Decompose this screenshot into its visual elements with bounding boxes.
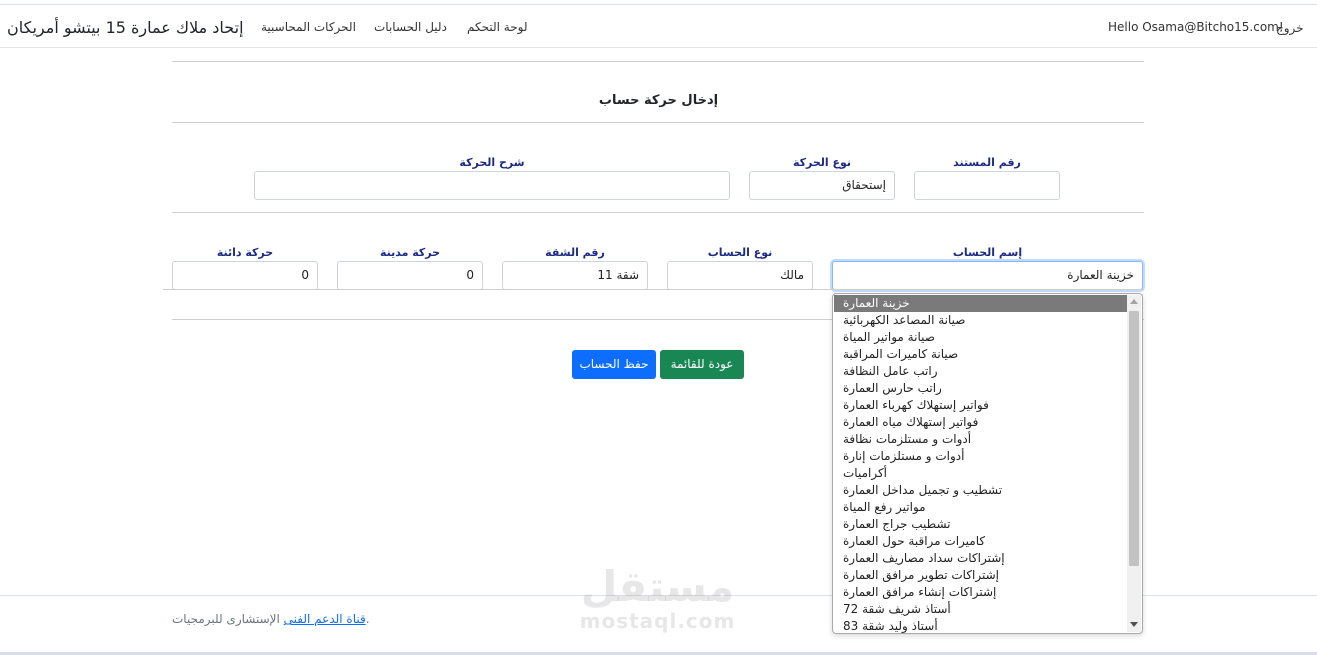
debit-input[interactable]: 0 [337, 261, 483, 290]
dropdown-option[interactable]: أكراميات [834, 465, 1127, 482]
dropdown-options: خزينة العمارة صيانة المصاعد الكهربائية صيا… [834, 295, 1127, 633]
dropdown-option[interactable]: خزينة العمارة [834, 295, 1127, 312]
transaction-type-input[interactable]: إستحقاق [749, 171, 895, 200]
apartment-number-label: رقم الشقة [545, 246, 605, 259]
credit-input[interactable]: 0 [172, 261, 318, 290]
watermark-latin: mostaql.com [579, 609, 736, 633]
credit-label: حركة دائنة [216, 246, 274, 259]
divider [172, 61, 1144, 62]
account-name-dropdown[interactable]: خزينة العمارة صيانة المصاعد الكهربائية صيا… [832, 293, 1143, 634]
transaction-type-label: نوع الحركة [792, 156, 852, 169]
footer: قناة الدعم الفنى الإستشارى للبرمجيات. [172, 612, 370, 626]
save-account-button[interactable]: حفظ الحساب [572, 350, 656, 379]
dropdown-option[interactable]: فواتير إستهلاك كهرباء العمارة [834, 397, 1127, 414]
nav-link-dashboard[interactable]: لوحة التحكم [467, 20, 528, 34]
account-name-label: إسم الحساب [952, 246, 1023, 259]
dropdown-option[interactable]: صيانة كاميرات المراقبة [834, 346, 1127, 363]
nav-link-transactions[interactable]: الحركات المحاسبية [261, 20, 356, 34]
dropdown-option[interactable]: تشطيب جراج العمارة [834, 516, 1127, 533]
dropdown-option[interactable]: أدوات و مستلزمات نظافة [834, 431, 1127, 448]
dropdown-option[interactable]: أدوات و مستلزمات إنارة [834, 448, 1127, 465]
dropdown-option[interactable]: صيانة مواتير المياة [834, 329, 1127, 346]
dropdown-option[interactable]: مواتير رفع المياة [834, 499, 1127, 516]
dropdown-option[interactable]: أستاذ شريف شقة 72 [834, 601, 1127, 618]
nav-link-accounts-guide[interactable]: دليل الحسابات [374, 20, 447, 34]
back-to-list-button[interactable]: عودة للقائمة [660, 350, 744, 379]
logout-link[interactable]: خروج [1276, 21, 1304, 35]
footer-company: الإستشارى للبرمجيات [172, 612, 280, 626]
dropdown-option[interactable]: راتب حارس العمارة [834, 380, 1127, 397]
dropdown-scrollbar[interactable] [1127, 295, 1141, 632]
account-type-input[interactable]: مالك [667, 261, 813, 290]
dropdown-option[interactable]: راتب عامل النظافة [834, 363, 1127, 380]
dropdown-option[interactable]: إشتراكات إنشاء مرافق العمارة [834, 584, 1127, 601]
support-channel-link[interactable]: قناة الدعم الفنى [284, 612, 366, 626]
account-name-select[interactable]: خزينة العمارة [832, 261, 1143, 290]
doc-number-label: رقم المستند [953, 156, 1021, 169]
dropdown-option[interactable]: إشتراكات تطوير مرافق العمارة [834, 567, 1127, 584]
dropdown-option[interactable]: إشتراكات سداد مصاريف العمارة [834, 550, 1127, 567]
description-input[interactable] [254, 171, 730, 200]
divider [172, 122, 1144, 123]
debit-label: حركة مدينة [379, 246, 441, 259]
dropdown-option[interactable]: أستاذ وليد شقة 83 [834, 618, 1127, 633]
dropdown-option[interactable]: تشطيب و تجميل مداخل العمارة [834, 482, 1127, 499]
watermark-logo: مستقل mostaql.com [575, 562, 740, 633]
scrollbar-thumb[interactable] [1129, 311, 1139, 566]
dropdown-option[interactable]: فواتير إستهلاك مياه العمارة [834, 414, 1127, 431]
brand-title[interactable]: إتحاد ملاك عمارة 15 بيتشو أمريكان [7, 18, 244, 37]
description-label: شرح الحركة [459, 156, 525, 169]
divider [163, 289, 1144, 290]
watermark-arabic: مستقل [580, 562, 735, 611]
apartment-number-input[interactable]: شقة 11 [502, 261, 648, 290]
dropdown-option[interactable]: صيانة المصاعد الكهربائية [834, 312, 1127, 329]
divider [172, 212, 1144, 213]
top-navbar: إتحاد ملاك عمارة 15 بيتشو أمريكان الحركا… [0, 4, 1317, 48]
footer-suffix: . [365, 612, 370, 626]
dropdown-option[interactable]: كاميرات مراقبة حول العمارة [834, 533, 1127, 550]
form-title: إدخال حركة حساب [598, 93, 719, 108]
user-greeting[interactable]: Hello Osama@Bitcho15.com! [1108, 20, 1284, 34]
account-type-label: نوع الحساب [707, 246, 773, 259]
scroll-up-arrow-icon[interactable] [1130, 299, 1138, 304]
doc-number-input[interactable] [914, 171, 1060, 200]
scroll-down-arrow-icon[interactable] [1130, 622, 1138, 627]
